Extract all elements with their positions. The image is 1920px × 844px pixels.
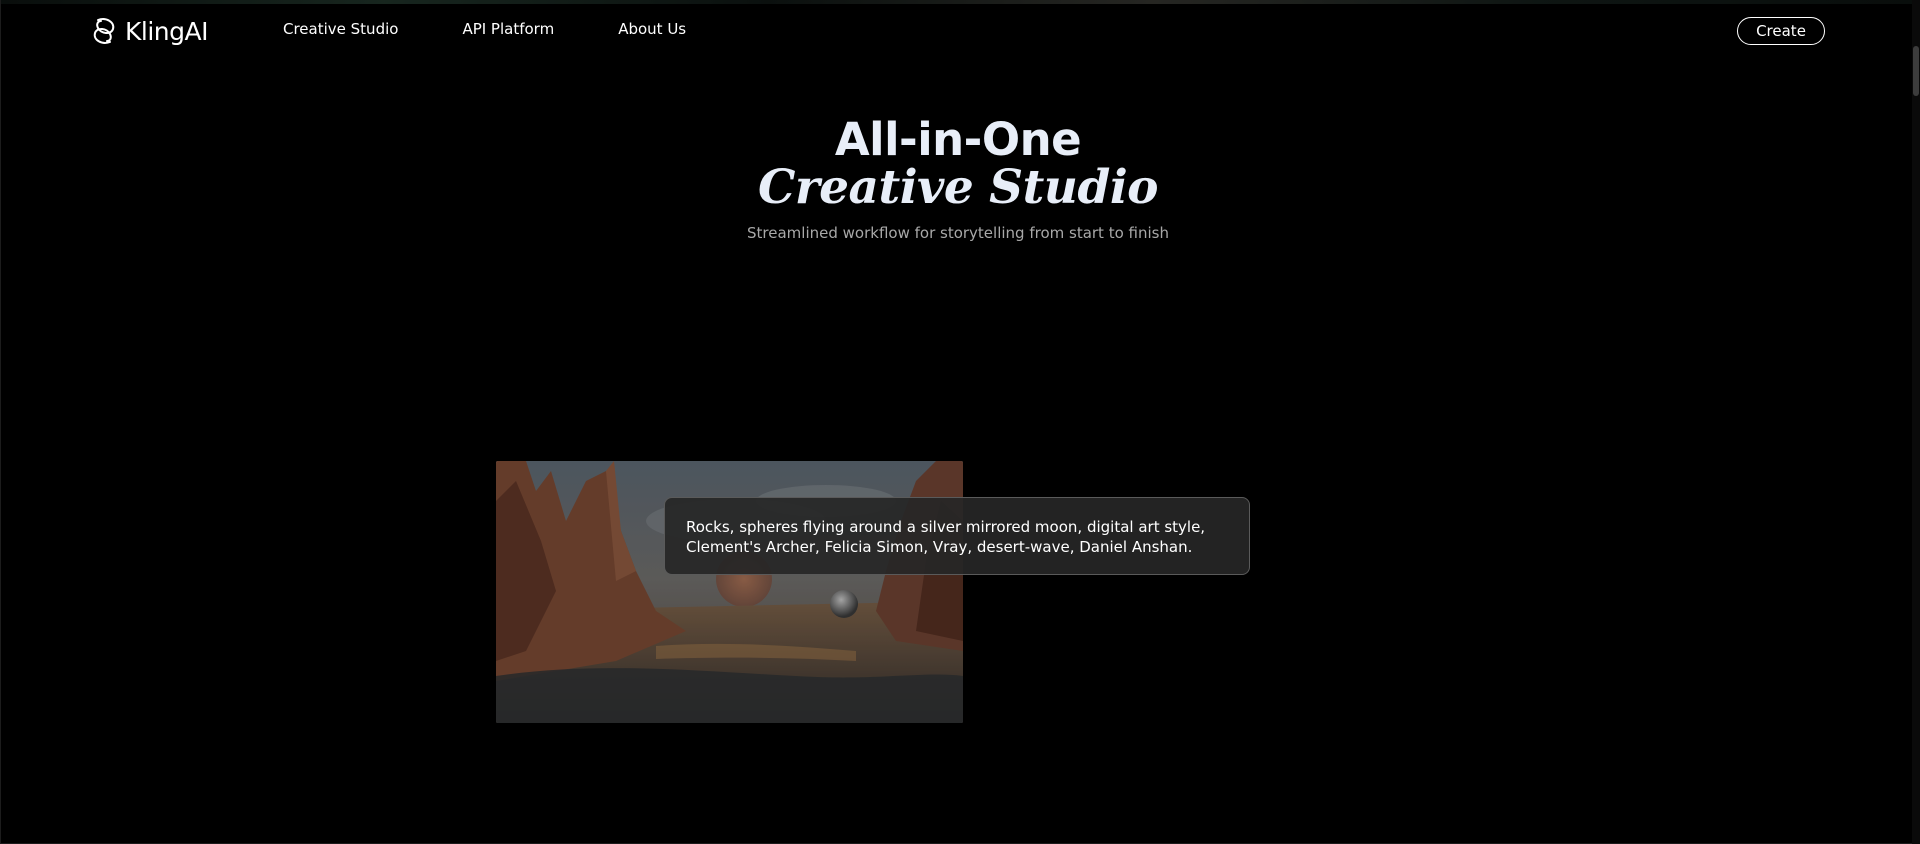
nav-creative-studio[interactable]: Creative Studio <box>283 20 398 38</box>
page: KlingAI Creative Studio API Platform Abo… <box>0 0 1920 844</box>
kling-logo-icon <box>89 16 119 46</box>
hero-title-line1: All-in-One <box>834 113 1082 166</box>
hero-subtitle: Streamlined workflow for storytelling fr… <box>747 224 1169 242</box>
main-nav: Creative Studio API Platform About Us <box>283 20 686 38</box>
prompt-text: Rocks, spheres flying around a silver mi… <box>686 518 1206 556</box>
create-button[interactable]: Create <box>1737 17 1825 45</box>
scrollbar-track[interactable] <box>1912 0 1920 844</box>
logo-link[interactable]: KlingAI <box>89 15 208 47</box>
nav-about-us[interactable]: About Us <box>618 20 686 38</box>
scrollbar-thumb[interactable] <box>1913 46 1919 96</box>
hero-title-line2: Creative Studio <box>757 160 1159 215</box>
prompt-box: Rocks, spheres flying around a silver mi… <box>664 497 1250 575</box>
site-header: KlingAI Creative Studio API Platform Abo… <box>0 0 1920 64</box>
nav-api-platform[interactable]: API Platform <box>462 20 554 38</box>
logo-text: KlingAI <box>125 16 208 46</box>
